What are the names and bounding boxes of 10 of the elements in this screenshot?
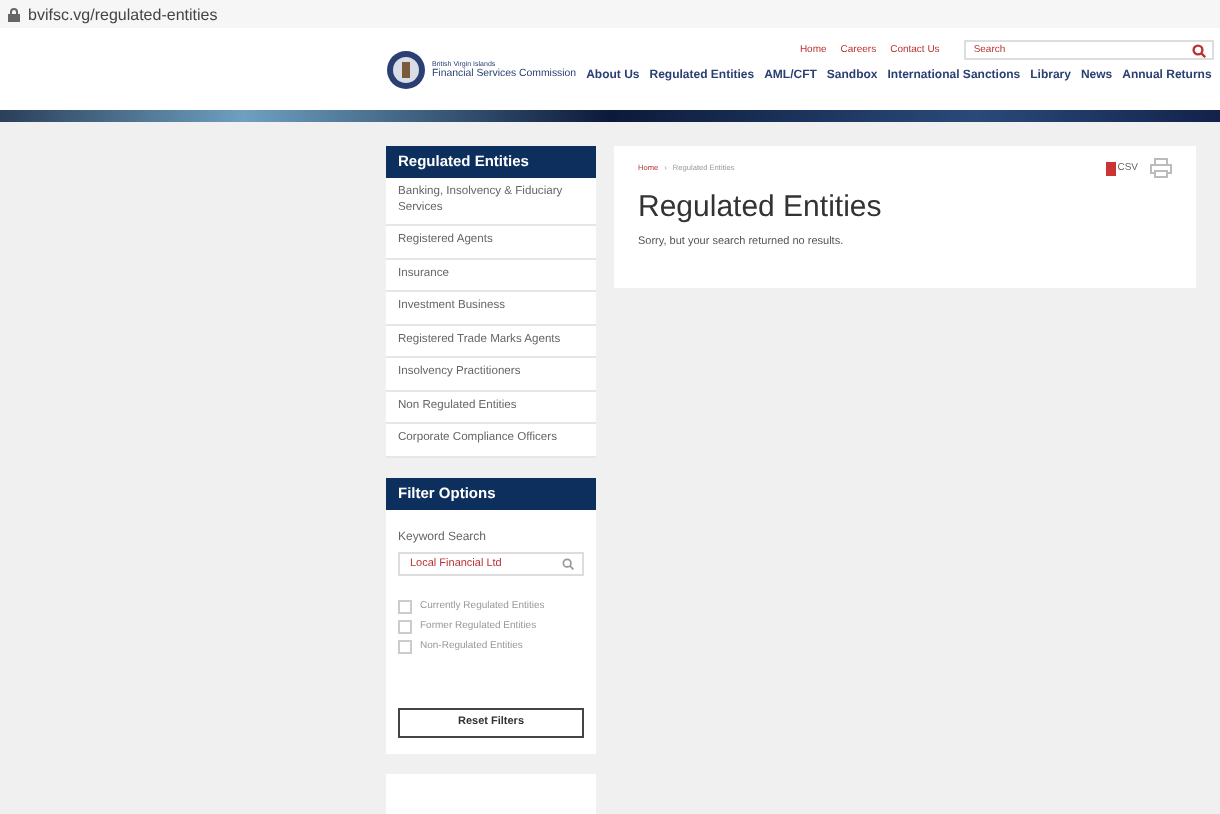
printer-icon[interactable] — [1150, 158, 1172, 178]
search-icon — [1191, 43, 1206, 57]
seal-icon — [386, 50, 426, 90]
lock-icon — [8, 7, 20, 21]
checkbox[interactable] — [398, 639, 412, 654]
checkbox[interactable] — [398, 619, 412, 634]
page-title: Regulated Entities — [638, 190, 884, 224]
checkbox[interactable] — [398, 599, 412, 614]
url-text: bvifsc.vg/regulated-entities — [28, 5, 218, 23]
search-icon — [562, 557, 574, 570]
